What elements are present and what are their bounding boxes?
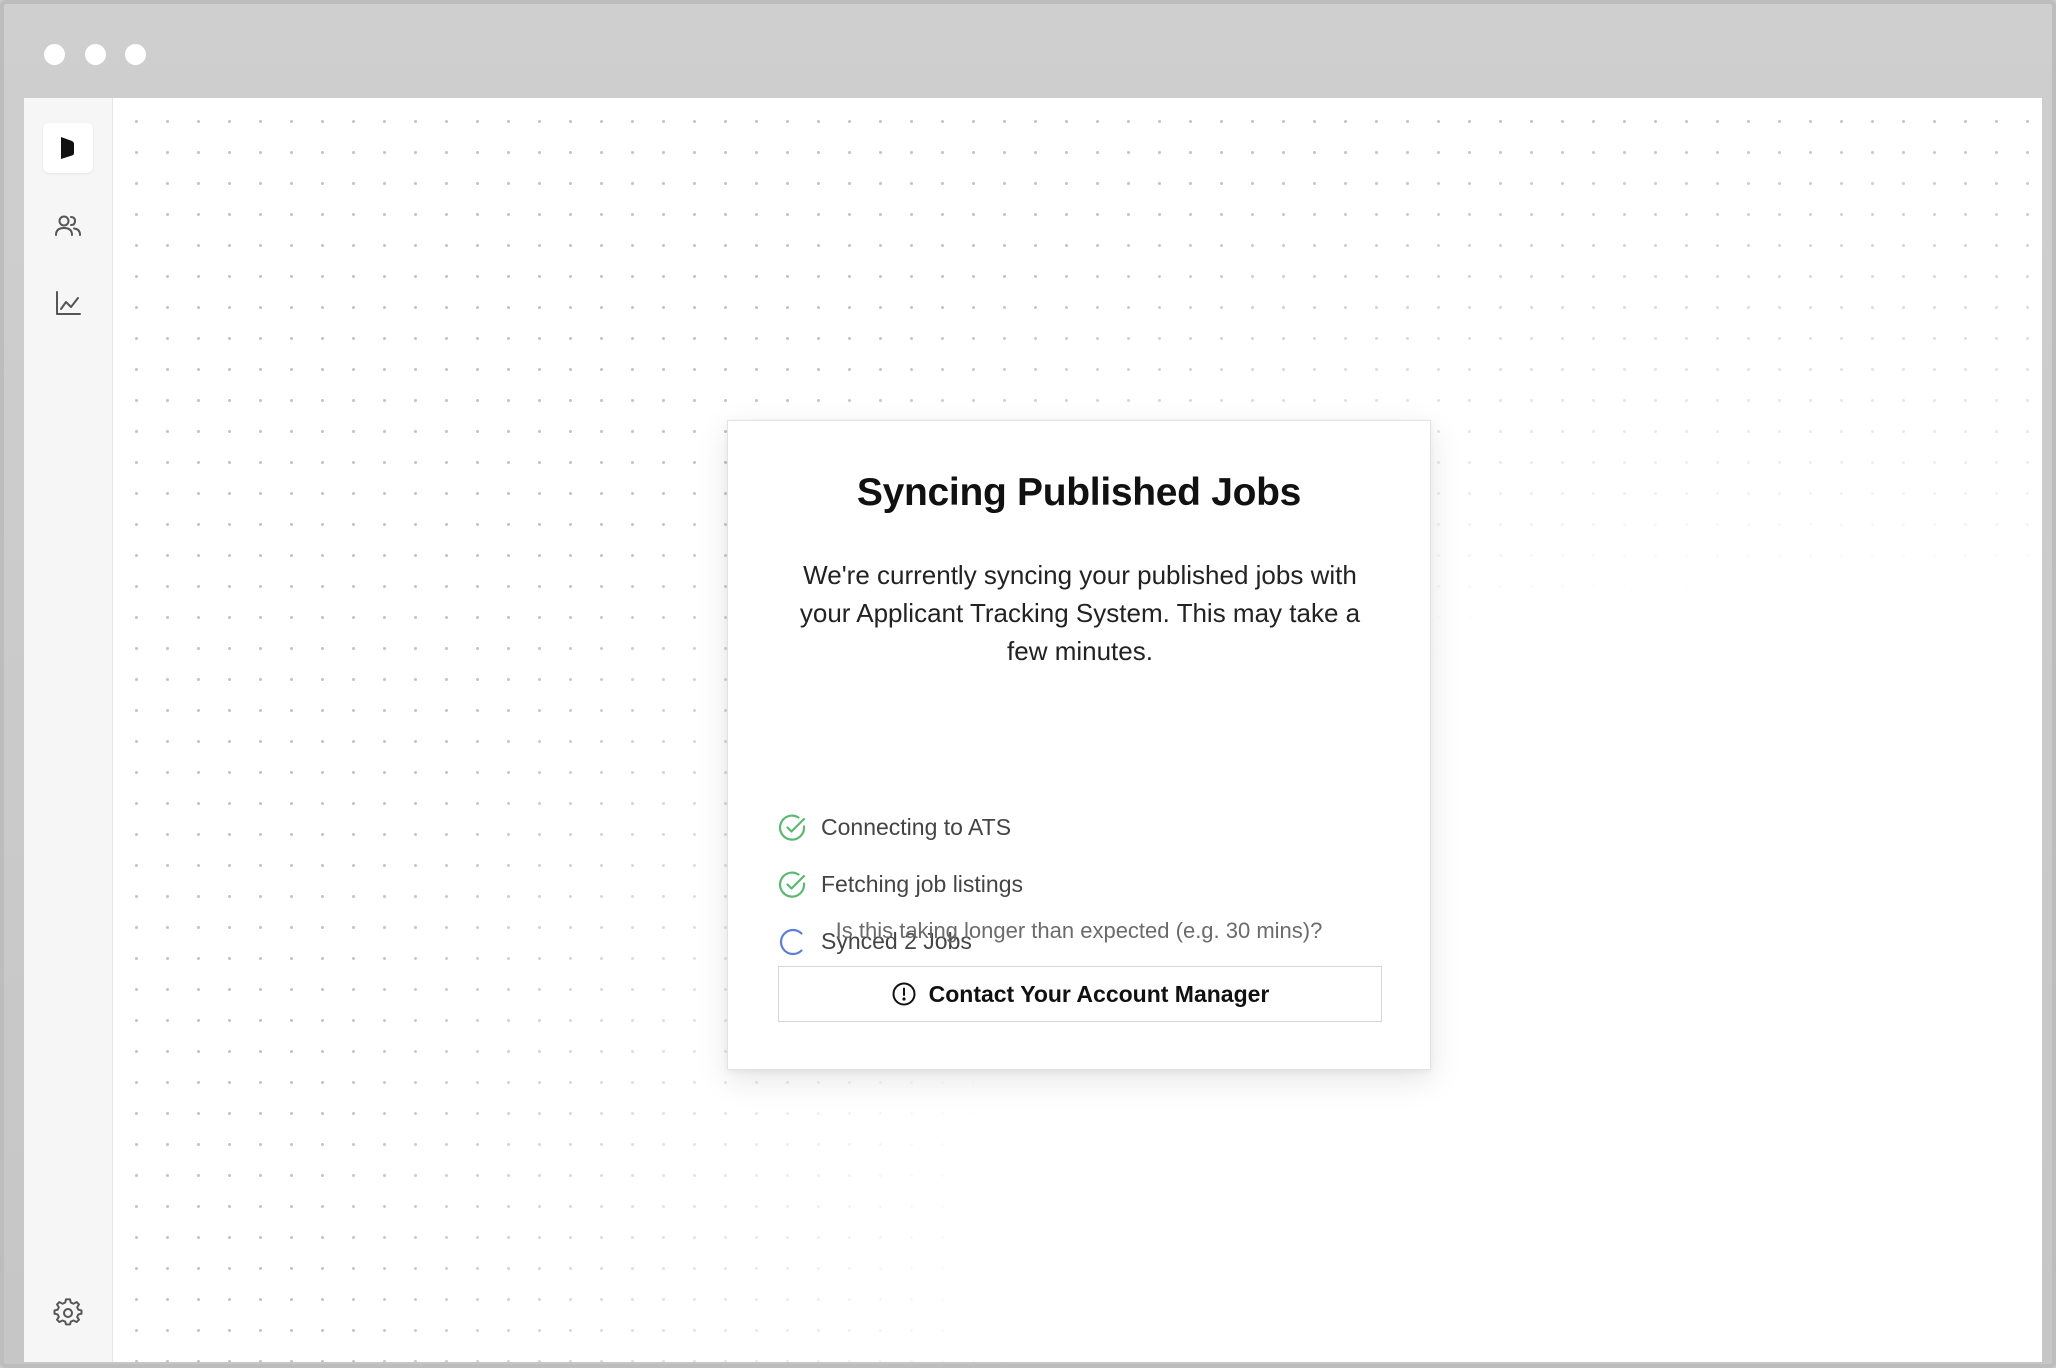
sync-steps-list: Connecting to ATS Fetching job listings	[778, 799, 1382, 970]
contact-button-label: Contact Your Account Manager	[928, 980, 1270, 1007]
window-titlebar	[4, 4, 2056, 98]
sidebar-item-analytics[interactable]	[43, 278, 93, 328]
card-description: We're currently syncing your published j…	[799, 560, 1361, 666]
window-zoom-button[interactable]	[125, 44, 146, 65]
card-title: Syncing Published Jobs	[856, 471, 1302, 514]
logo-icon	[61, 137, 74, 159]
sync-status-card: Syncing Published Jobs We're currently s…	[727, 420, 1431, 1070]
chart-line-icon	[56, 291, 81, 315]
sidebar-item-home[interactable]	[43, 123, 93, 173]
contact-account-manager-button[interactable]: Contact Your Account Manager	[778, 966, 1382, 1022]
app-window: Syncing Published Jobs We're currently s…	[24, 98, 2042, 1362]
sync-step-connecting: Connecting to ATS	[778, 799, 1382, 856]
check-circle-icon	[778, 813, 808, 843]
sidebar	[24, 98, 113, 1362]
sync-step-fetching: Fetching job listings	[778, 856, 1382, 913]
sync-step-label: Fetching job listings	[821, 871, 1023, 897]
delay-hint-text: Is this taking longer than expected (e.g…	[835, 918, 1323, 943]
browser-frame: Syncing Published Jobs We're currently s…	[0, 0, 2056, 1368]
check-circle-icon	[778, 870, 808, 900]
sidebar-item-people[interactable]	[43, 201, 93, 251]
window-minimize-button[interactable]	[85, 44, 106, 65]
users-icon	[55, 215, 81, 236]
sync-step-label: Connecting to ATS	[821, 814, 1012, 840]
sidebar-item-settings[interactable]	[43, 1288, 93, 1338]
window-close-button[interactable]	[44, 44, 65, 65]
alert-circle-icon	[891, 981, 917, 1007]
settings-gear-icon	[53, 1298, 83, 1326]
